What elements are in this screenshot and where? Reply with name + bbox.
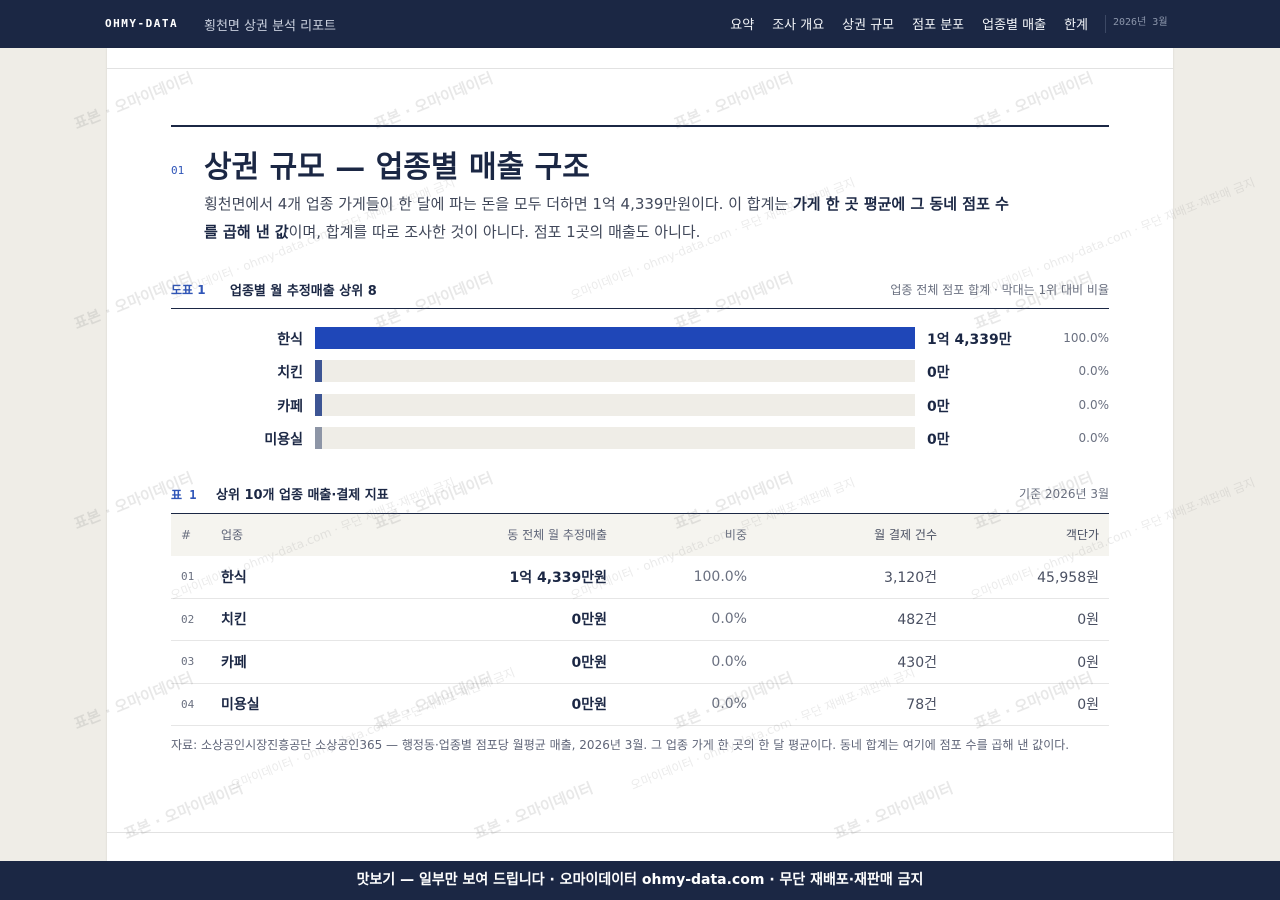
col-header-avg: 객단가 [1065,528,1099,543]
cell-share: 100.0% [693,568,747,585]
cell-rank: 02 [181,612,195,626]
bar-track [315,360,915,382]
bar-value-label: 0만 [927,432,950,448]
bar-row: 미용실 0만 0.0% [171,427,1109,449]
report-date: 2026년 3월 [1105,15,1168,33]
figure-title: 업종별 월 추정매출 상위 8 [230,284,377,299]
cell-industry: 치킨 [221,612,247,629]
top-bar: OHMY-DATA 횡천면 상권 분석 리포트 요약 조사 개요 상권 규모 점… [0,0,1280,48]
sales-table: # 업종 동 전체 월 추정매출 비중 월 결제 건수 객단가 01 한식 1억… [171,513,1109,726]
cell-industry: 한식 [221,569,247,586]
bar-category-label: 미용실 [264,432,303,448]
cell-rank: 01 [181,570,195,583]
main-nav: 요약 조사 개요 상권 규모 점포 분포 업종별 매출 한계 [730,14,1088,33]
table-row: 03 카페 0만원 0.0% 430건 0원 [171,641,1109,683]
bar-percent-label: 0.0% [1078,364,1110,378]
brand-logo[interactable]: OHMY-DATA [105,17,178,30]
section-number: 01 [171,164,185,177]
table-label: 표 1 [171,488,197,502]
col-header-share: 비중 [724,528,747,543]
col-header-sales: 동 전체 월 추정매출 [507,528,607,543]
bar-row: 한식 1억 4,339만 100.0% [171,327,1109,349]
bar-row: 카페 0만 0.0% [171,394,1109,416]
table-row: 01 한식 1억 4,339만원 100.0% 3,120건 45,958원 [171,556,1109,598]
bar-row: 치킨 0만 0.0% [171,360,1109,382]
bar-value-label: 0만 [927,365,950,381]
nav-item-sales-by-industry[interactable]: 업종별 매출 [982,14,1046,33]
nav-item-store-distribution[interactable]: 점포 분포 [912,14,964,33]
bar-value-label: 1억 4,339만 [927,332,1012,348]
col-header-rank: # [181,527,192,542]
bar-category-label: 카페 [277,399,303,415]
col-header-industry: 업종 [221,528,244,543]
cell-sales: 0만원 [571,654,607,671]
cell-share: 0.0% [711,653,747,670]
cell-sales: 1억 4,339만원 [509,569,607,586]
bar [315,327,915,349]
nav-item-summary[interactable]: 요약 [730,14,754,33]
bar-category-label: 치킨 [277,365,303,381]
cell-sales: 0만원 [571,697,607,714]
report-subtitle: 횡천면 상권 분석 리포트 [204,19,336,34]
table-row: 04 미용실 0만원 0.0% 78건 0원 [171,683,1109,726]
bar-percent-label: 100.0% [1063,331,1109,345]
lede-text-end: 이며, 합계를 따로 조사한 것이 아니다. 점포 1곳의 매출도 아니다. [288,223,701,241]
nav-item-overview[interactable]: 조사 개요 [772,14,824,33]
table-header-row: # 업종 동 전체 월 추정매출 비중 월 결제 건수 객단가 [171,513,1109,556]
cell-avg: 0원 [1077,697,1099,714]
bar-percent-label: 0.0% [1078,398,1110,412]
cell-rank: 04 [181,697,195,711]
section-title: 상권 규모 — 업종별 매출 구조 [204,150,590,185]
source-note: 자료: 소상공인시장진흥공단 소상공인365 — 행정동·업종별 점포당 월평균… [171,738,1070,752]
cell-count: 3,120건 [884,569,937,586]
table-title: 상위 10개 업종 매출·결제 지표 [216,488,389,503]
bar [315,394,322,416]
bar-percent-label: 0.0% [1078,431,1110,445]
bar-track [315,394,915,416]
figure-rule [171,308,1109,309]
bar-value-label: 0만 [927,399,950,415]
page-bottom-divider [107,832,1173,833]
bar-track [315,427,915,449]
cell-avg: 0원 [1077,612,1099,629]
cell-count: 430건 [897,654,937,671]
preview-footer: 맛보기 — 일부만 보여 드립니다 · 오마이데이터 ohmy-data.com… [0,861,1280,900]
cell-industry: 카페 [221,654,247,671]
section-top-rule [171,125,1109,127]
cell-rank: 03 [181,655,195,669]
figure-label: 도표 1 [171,283,206,297]
bar-category-label: 한식 [277,332,303,348]
table-note: 기준 2026년 3월 [1019,487,1109,501]
bar [315,427,322,449]
bar [315,360,322,382]
section-lede: 횡천면에서 4개 업종 가게들이 한 달에 파는 돈을 모두 더하면 1억 4,… [204,190,1014,246]
cell-count: 78건 [906,697,937,714]
cell-share: 0.0% [711,611,747,628]
cell-sales: 0만원 [571,612,607,629]
cell-share: 0.0% [711,696,747,713]
col-header-count: 월 결제 건수 [874,528,937,543]
nav-item-limitations[interactable]: 한계 [1064,14,1088,33]
nav-item-market-size[interactable]: 상권 규모 [842,14,894,33]
cell-count: 482건 [897,612,937,629]
page-top-divider [107,68,1173,69]
cell-industry: 미용실 [221,697,260,714]
lede-text: 횡천면에서 4개 업종 가게들이 한 달에 파는 돈을 모두 더하면 1억 4,… [204,195,793,213]
cell-avg: 0원 [1077,654,1099,671]
table-row: 02 치킨 0만원 0.0% 482건 0원 [171,598,1109,641]
bar-track [315,327,915,349]
cell-avg: 45,958원 [1037,569,1099,586]
figure-note: 업종 전체 점포 합계 · 막대는 1위 대비 비율 [890,283,1109,297]
report-page: 01 상권 규모 — 업종별 매출 구조 횡천면에서 4개 업종 가게들이 한 … [107,48,1173,861]
